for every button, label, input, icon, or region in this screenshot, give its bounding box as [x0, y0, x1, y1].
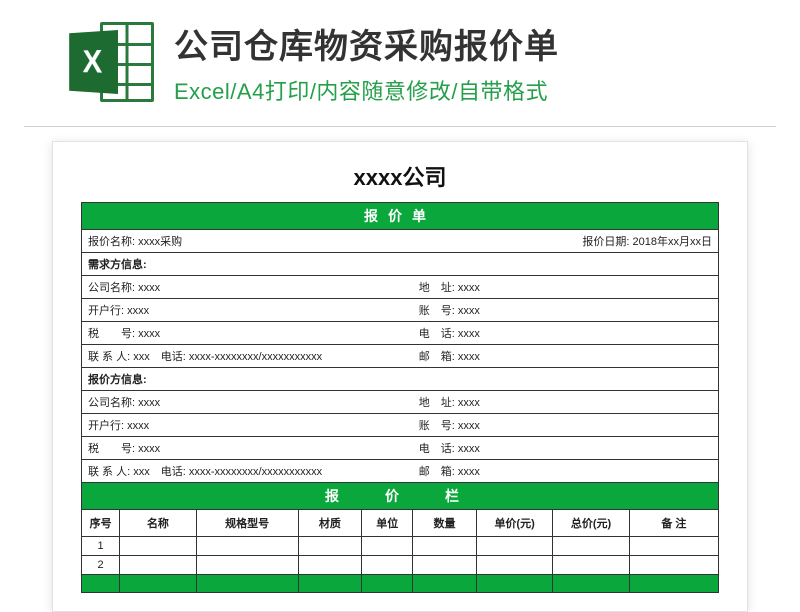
table-row: 1	[82, 537, 719, 556]
table-row-highlight	[82, 575, 719, 593]
quote-name-value: xxxx采购	[138, 233, 182, 249]
demand-address-label: 地 址:	[419, 279, 455, 295]
col-material: 材质	[298, 510, 362, 537]
main-title: 公司仓库物资采购报价单	[174, 19, 770, 68]
supply-tax-label: 税 号:	[88, 440, 135, 456]
demand-mail-label: 邮 箱:	[419, 348, 455, 364]
col-remark: 备 注	[629, 510, 718, 537]
demand-account-value: xxxx	[458, 305, 480, 317]
demand-address-value: xxxx	[458, 282, 480, 294]
demand-phone-label: 电 话:	[419, 325, 455, 341]
sheet-title-band: 报价单	[82, 203, 719, 230]
column-header-row: 序号 名称 规格型号 材质 单位 数量 单价(元) 总价(元) 备 注	[82, 510, 719, 537]
row-no: 1	[82, 537, 120, 556]
col-name: 名称	[120, 510, 196, 537]
supply-phone-label: 电 话:	[419, 440, 455, 456]
supply-phone-value: xxxx	[458, 443, 480, 455]
excel-icon: X	[62, 16, 154, 108]
col-unit: 单位	[362, 510, 413, 537]
demand-account-label: 账 号:	[419, 302, 455, 318]
supply-contact-value: xxx	[133, 466, 150, 478]
demand-company-row: 公司名称: xxxx 地 址: xxxx	[82, 276, 719, 299]
demand-phone-inline-label: 电话:	[161, 348, 186, 364]
supply-bank-label: 开户行:	[88, 417, 124, 433]
price-section-band: 报 价 栏	[82, 483, 719, 510]
supply-bank-row: 开户行: xxxx 账 号: xxxx	[82, 414, 719, 437]
demand-company-label: 公司名称:	[88, 279, 135, 295]
supply-company-label: 公司名称:	[88, 394, 135, 410]
supply-company-row: 公司名称: xxxx 地 址: xxxx	[82, 391, 719, 414]
supply-address-label: 地 址:	[419, 394, 455, 410]
demand-section-head: 需求方信息:	[82, 253, 719, 276]
doc-wrapper: xxxx公司 报价单 报价名称: xxxx采购 报价日期: 2018年xx月xx…	[0, 127, 800, 612]
demand-contact-row: 联 系 人: xxx 电话: xxxx-xxxxxxxx/xxxxxxxxxxx…	[82, 345, 719, 368]
supply-tax-row: 税 号: xxxx 电 话: xxxx	[82, 437, 719, 460]
quote-date-label: 报价日期:	[582, 233, 629, 249]
table-row: 2	[82, 556, 719, 575]
demand-phone-value: xxxx	[458, 328, 480, 340]
quotation-table: 报价单 报价名称: xxxx采购 报价日期: 2018年xx月xx日 需求方信息…	[81, 202, 719, 593]
supply-phone-inline-label: 电话:	[161, 463, 186, 479]
supply-company-value: xxxx	[138, 397, 160, 409]
supply-account-value: xxxx	[458, 420, 480, 432]
supply-mail-label: 邮 箱:	[419, 463, 455, 479]
demand-contact-label: 联 系 人:	[88, 348, 130, 364]
demand-bank-value: xxxx	[127, 305, 149, 317]
demand-mail-value: xxxx	[458, 351, 480, 363]
demand-bank-label: 开户行:	[88, 302, 124, 318]
supply-tax-value: xxxx	[138, 443, 160, 455]
supply-phone-detail: xxxx-xxxxxxxx/xxxxxxxxxxx	[189, 466, 322, 478]
demand-phone-detail: xxxx-xxxxxxxx/xxxxxxxxxxx	[189, 351, 322, 363]
supply-address-value: xxxx	[458, 397, 480, 409]
demand-contact-value: xxx	[133, 351, 150, 363]
excel-icon-letter: X	[69, 30, 118, 94]
demand-tax-label: 税 号:	[88, 325, 135, 341]
demand-tax-row: 税 号: xxxx 电 话: xxxx	[82, 322, 719, 345]
col-spec: 规格型号	[196, 510, 298, 537]
supply-bank-value: xxxx	[127, 420, 149, 432]
supply-contact-label: 联 系 人:	[88, 463, 130, 479]
page-header: X 公司仓库物资采购报价单 Excel/A4打印/内容随意修改/自带格式	[0, 0, 800, 126]
document-preview: xxxx公司 报价单 报价名称: xxxx采购 报价日期: 2018年xx月xx…	[52, 141, 748, 612]
sub-title: Excel/A4打印/内容随意修改/自带格式	[174, 74, 770, 106]
col-no: 序号	[82, 510, 120, 537]
quote-meta-row: 报价名称: xxxx采购 报价日期: 2018年xx月xx日	[82, 230, 719, 253]
col-total: 总价(元)	[553, 510, 629, 537]
row-no: 2	[82, 556, 120, 575]
demand-tax-value: xxxx	[138, 328, 160, 340]
doc-company-title: xxxx公司	[81, 160, 719, 192]
quote-date-value: 2018年xx月xx日	[633, 233, 712, 249]
demand-company-value: xxxx	[138, 282, 160, 294]
supply-mail-value: xxxx	[458, 466, 480, 478]
supply-contact-row: 联 系 人: xxx 电话: xxxx-xxxxxxxx/xxxxxxxxxxx…	[82, 460, 719, 483]
col-price: 单价(元)	[476, 510, 552, 537]
supply-account-label: 账 号:	[419, 417, 455, 433]
quote-name-label: 报价名称:	[88, 233, 135, 249]
demand-bank-row: 开户行: xxxx 账 号: xxxx	[82, 299, 719, 322]
col-qty: 数量	[413, 510, 477, 537]
supply-section-head: 报价方信息:	[82, 368, 719, 391]
